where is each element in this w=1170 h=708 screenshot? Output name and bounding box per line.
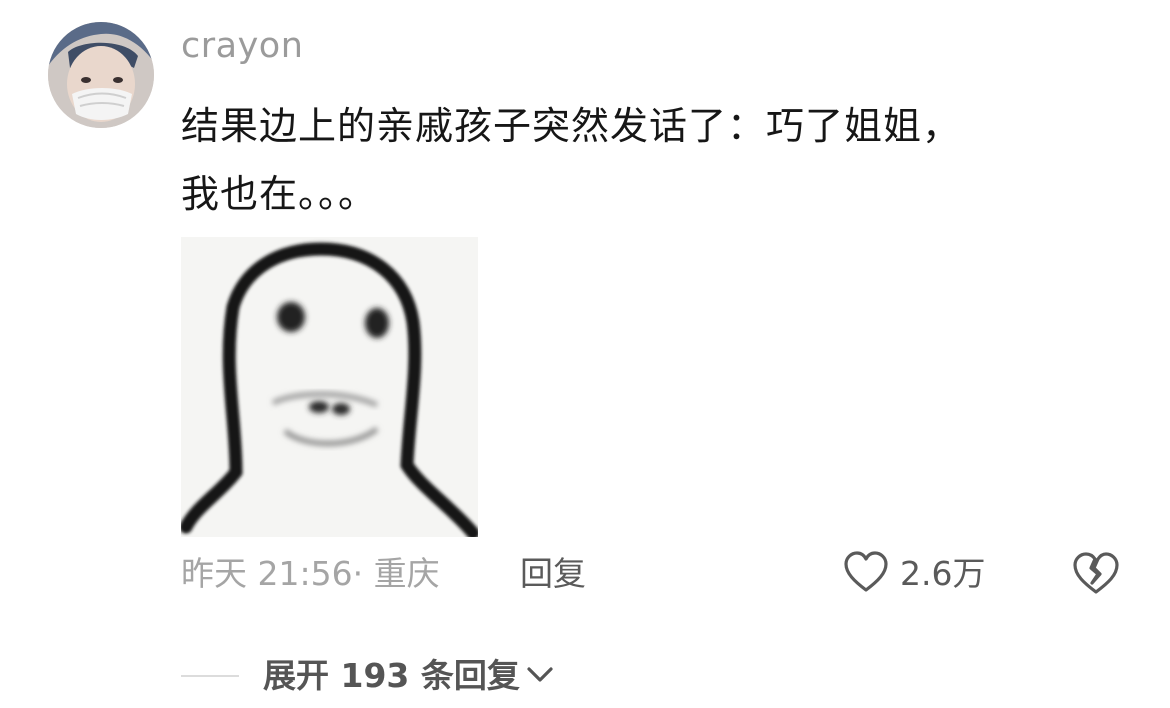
comment-text-line-1: 结果边上的亲戚孩子突然发话了：巧了姐姐， (181, 104, 962, 148)
expand-replies-row: 展开 193 条回复 (181, 652, 556, 700)
avatar[interactable] (48, 22, 154, 128)
reply-button[interactable]: 回复 (520, 552, 586, 596)
comment-item: crayon 结果边上的亲戚孩子突然发话了：巧了姐姐， 我也在。。。 昨天 21… (0, 0, 1170, 708)
chevron-down-icon (524, 662, 556, 690)
expand-replies-label: 展开 193 条回复 (263, 656, 520, 695)
comment-text-line-2: 我也在。。。 (181, 172, 378, 216)
username[interactable]: crayon (181, 24, 303, 68)
comment-meta: 昨天 21:56· 重庆 (181, 554, 440, 593)
like-count: 2.6万 (900, 554, 986, 593)
sticker-image[interactable] (181, 237, 478, 537)
heart-outline-icon (842, 549, 890, 599)
divider-line (181, 675, 239, 677)
comment-text: 结果边上的亲戚孩子突然发话了：巧了姐姐， 我也在。。。 (181, 92, 1081, 228)
expand-replies-button[interactable]: 展开 193 条回复 (263, 654, 556, 698)
like-button[interactable]: 2.6万 (842, 548, 985, 600)
broken-heart-icon (1070, 552, 1122, 604)
dislike-button[interactable] (1070, 548, 1122, 600)
